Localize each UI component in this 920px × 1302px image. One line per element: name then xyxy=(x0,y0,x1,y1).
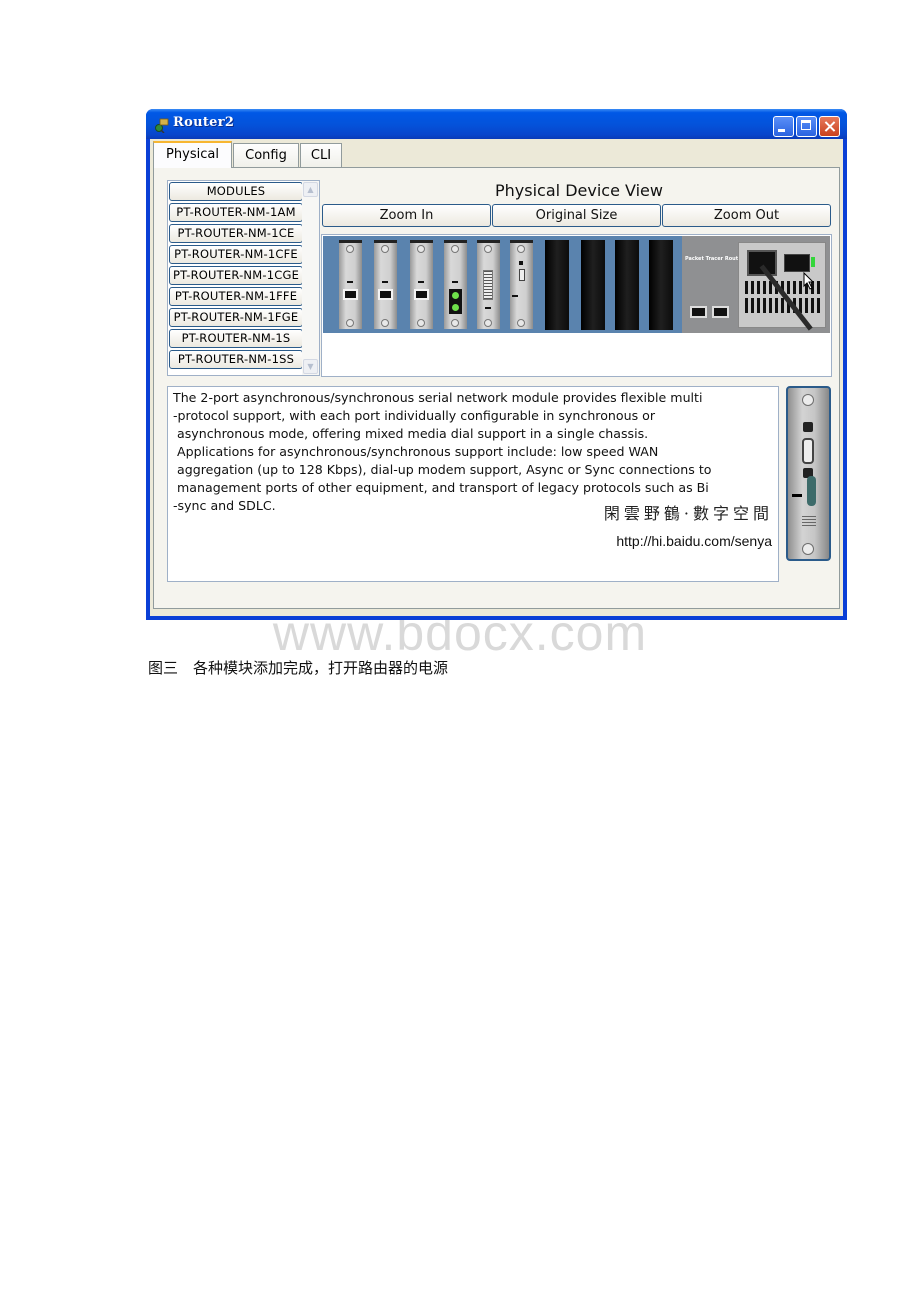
tab-physical[interactable]: Physical xyxy=(153,141,232,168)
description-line: The 2-port asynchronous/synchronous seri… xyxy=(173,390,703,405)
module-item[interactable]: PT-ROUTER-NM-1CGE xyxy=(169,266,303,285)
scroll-up-icon[interactable]: ▲ xyxy=(303,182,318,197)
scroll-down-icon[interactable]: ▼ xyxy=(303,359,318,374)
router-window: Router2 Physical Config CLI MODULES PT-R… xyxy=(146,109,847,620)
module-slot-ethernet[interactable] xyxy=(339,240,362,329)
original-size-button[interactable]: Original Size xyxy=(492,204,661,227)
description-line: asynchronous mode, offering mixed media … xyxy=(173,426,649,441)
empty-slot[interactable] xyxy=(545,240,569,330)
description-line: management ports of other equipment, and… xyxy=(173,480,709,495)
minimize-button[interactable] xyxy=(773,116,794,137)
close-button[interactable] xyxy=(819,116,840,137)
module-item[interactable]: PT-ROUTER-NM-1CE xyxy=(169,224,303,243)
power-on-indicator xyxy=(811,257,815,267)
description-line: -protocol support, with each port indivi… xyxy=(173,408,656,423)
mouse-cursor-icon xyxy=(803,272,815,290)
module-item[interactable]: PT-ROUTER-NM-1S xyxy=(169,329,303,348)
tab-cli[interactable]: CLI xyxy=(300,143,342,167)
aux-port[interactable] xyxy=(712,306,729,318)
empty-slot[interactable] xyxy=(615,240,639,330)
modules-scrollbar[interactable]: ▲ ▼ xyxy=(302,181,319,375)
power-switch[interactable] xyxy=(784,254,810,272)
module-item[interactable]: PT-ROUTER-NM-1FGE xyxy=(169,308,303,327)
module-slot-serial[interactable] xyxy=(510,240,533,329)
device-view: Packet Tracer Router xyxy=(321,234,832,377)
figure-caption: 图三 各种模块添加完成，打开路由器的电源 xyxy=(148,659,449,677)
empty-slot[interactable] xyxy=(581,240,605,330)
tab-config[interactable]: Config xyxy=(233,143,299,167)
router-back-panel: Packet Tracer Router xyxy=(682,236,830,333)
router-app-icon xyxy=(155,118,169,133)
window-title: Router2 xyxy=(173,115,235,130)
router-label: Packet Tracer Router xyxy=(685,256,744,262)
title-bar[interactable]: Router2 xyxy=(146,109,847,139)
description-line: Applications for asynchronous/synchronou… xyxy=(173,444,659,459)
maximize-button[interactable] xyxy=(796,116,817,137)
zoom-out-button[interactable]: Zoom Out xyxy=(662,204,831,227)
window-client: Physical Config CLI MODULES PT-ROUTER-NM… xyxy=(150,139,843,616)
module-item[interactable]: PT-ROUTER-NM-1CFE xyxy=(169,245,303,264)
blog-watermark-url: http://hi.baidu.com/senya xyxy=(616,533,772,549)
modules-list: MODULES PT-ROUTER-NM-1AM PT-ROUTER-NM-1C… xyxy=(167,180,320,376)
console-port[interactable] xyxy=(690,306,707,318)
power-socket-icon xyxy=(747,250,777,276)
module-item[interactable]: PT-ROUTER-NM-1AM xyxy=(169,203,303,222)
module-description: The 2-port asynchronous/synchronous seri… xyxy=(167,386,779,582)
module-preview-image xyxy=(786,386,831,561)
module-item[interactable]: PT-ROUTER-NM-1SS xyxy=(169,350,303,369)
module-item[interactable]: PT-ROUTER-NM-1FFE xyxy=(169,287,303,306)
device-view-title: Physical Device View xyxy=(495,181,663,200)
zoom-in-button[interactable]: Zoom In xyxy=(322,204,491,227)
description-line: aggregation (up to 128 Kbps), dial-up mo… xyxy=(173,462,712,477)
module-slot-ethernet[interactable] xyxy=(410,240,433,329)
blog-watermark-cn: 閑雲野鶴·數字空間 xyxy=(603,504,773,523)
physical-panel: MODULES PT-ROUTER-NM-1AM PT-ROUTER-NM-1C… xyxy=(153,167,840,609)
module-slot-ethernet[interactable] xyxy=(374,240,397,329)
empty-slot[interactable] xyxy=(649,240,673,330)
modules-header[interactable]: MODULES xyxy=(169,182,303,201)
router-chassis: Packet Tracer Router xyxy=(323,236,830,333)
description-text: The 2-port asynchronous/synchronous seri… xyxy=(173,389,778,515)
module-slot-serial[interactable] xyxy=(477,240,500,329)
module-slot-fiber[interactable] xyxy=(444,240,467,329)
